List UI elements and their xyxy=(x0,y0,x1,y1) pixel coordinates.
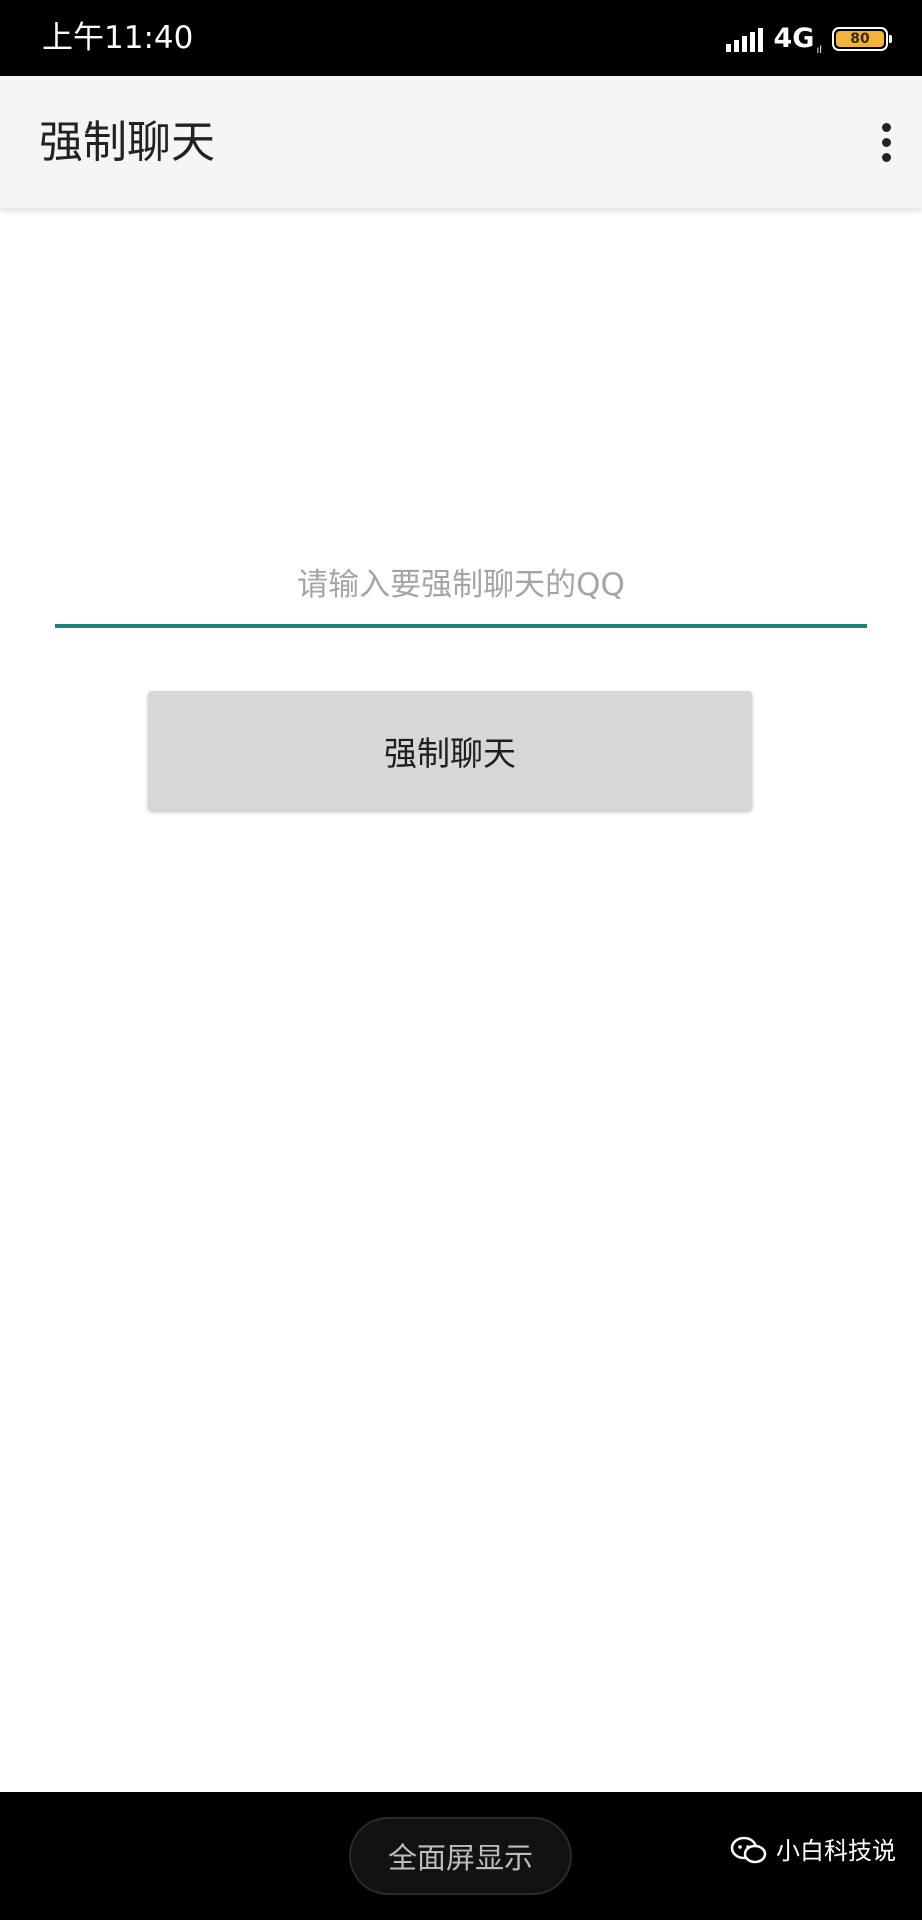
more-vert-icon[interactable] xyxy=(868,118,904,166)
menu-dot xyxy=(881,137,891,147)
menu-dot xyxy=(881,152,891,162)
watermark: 小白科技说 xyxy=(730,1836,896,1866)
screen: 上午11:40 4G ıl 80 强制聊天 请输入要强制聊天的QQ 强制聊天 全… xyxy=(0,0,922,1920)
fullscreen-display-button[interactable]: 全面屏显示 xyxy=(349,1817,572,1895)
app-title: 强制聊天 xyxy=(39,117,215,168)
network-activity-icon: ıl xyxy=(816,45,822,56)
app-bar: 强制聊天 xyxy=(0,76,922,208)
network-type: 4G xyxy=(773,23,815,54)
force-chat-button[interactable]: 强制聊天 xyxy=(148,691,752,810)
status-time: 上午11:40 xyxy=(42,20,194,56)
status-indicators: 4G ıl 80 xyxy=(726,22,892,56)
watermark-text: 小白科技说 xyxy=(776,1837,896,1865)
battery-fill: 80 xyxy=(836,31,884,47)
signal-icon xyxy=(726,26,764,52)
battery-level: 80 xyxy=(850,31,870,47)
battery-tip xyxy=(889,35,892,43)
status-bar: 上午11:40 4G ıl 80 xyxy=(0,0,922,76)
menu-dot xyxy=(881,122,891,132)
battery-icon: 80 xyxy=(832,27,892,51)
qq-number-input[interactable] xyxy=(55,546,867,628)
wechat-icon xyxy=(730,1836,767,1864)
bottom-bar: 全面屏显示 小白科技说 xyxy=(0,1792,922,1920)
